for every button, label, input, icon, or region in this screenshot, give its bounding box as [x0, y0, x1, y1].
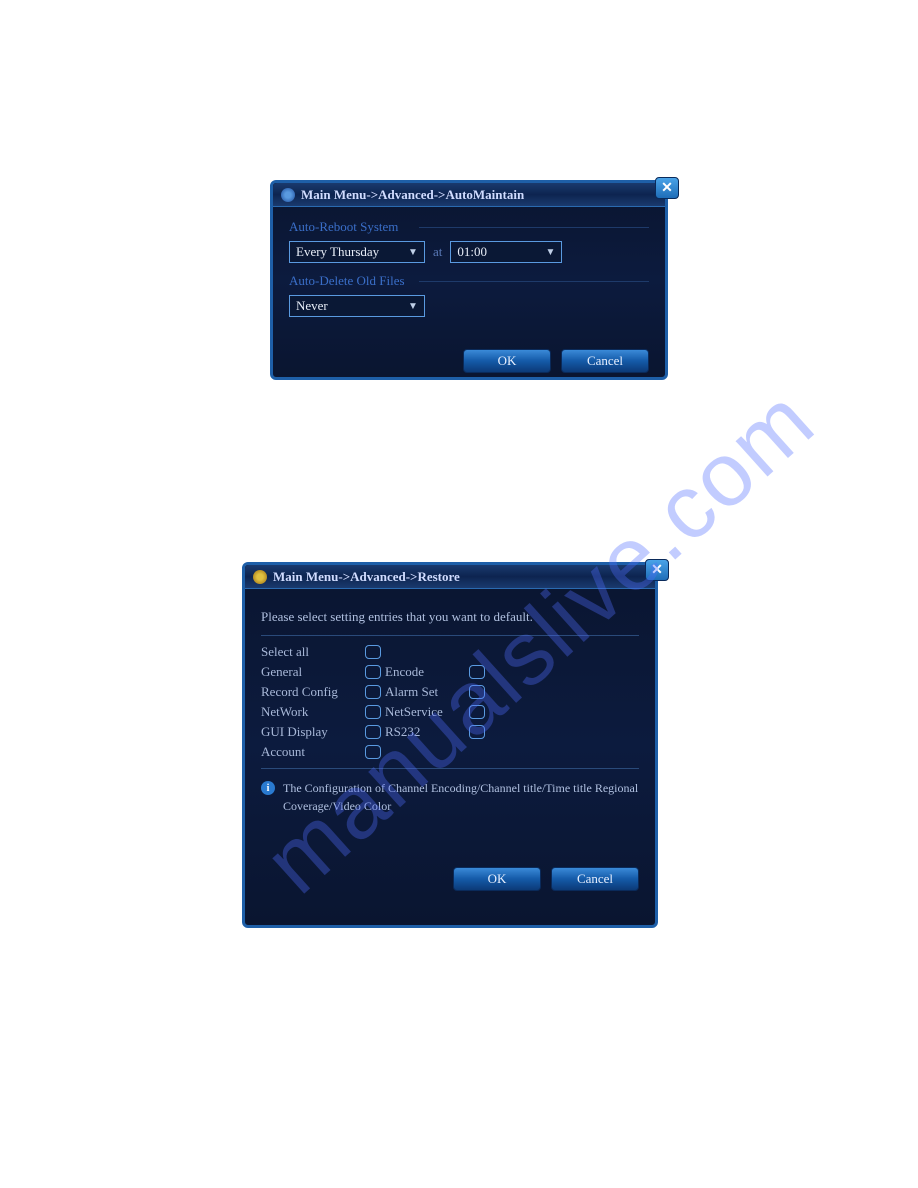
chevron-down-icon: ▼ — [543, 247, 557, 258]
automaintain-dialog: Main Menu->Advanced->AutoMaintain ✕ Auto… — [270, 180, 668, 380]
close-icon: ✕ — [661, 180, 673, 197]
reboot-time-select[interactable]: 01:00 ▼ — [450, 241, 562, 263]
network-checkbox[interactable] — [365, 705, 381, 719]
network-label: NetWork — [261, 704, 365, 720]
cancel-button[interactable]: Cancel — [561, 349, 649, 373]
record-config-label: Record Config — [261, 684, 365, 700]
divider — [261, 768, 639, 769]
ok-button[interactable]: OK — [463, 349, 551, 373]
instruction-text: Please select setting entries that you w… — [261, 609, 639, 625]
rs232-checkbox[interactable] — [469, 725, 485, 739]
rs232-label: RS232 — [385, 724, 469, 740]
titlebar: Main Menu->Advanced->AutoMaintain — [273, 183, 665, 207]
reboot-time-value: 01:00 — [457, 244, 487, 260]
chevron-down-icon: ▼ — [406, 301, 420, 312]
auto-reboot-label: Auto-Reboot System — [289, 219, 649, 235]
reboot-day-value: Every Thursday — [296, 244, 379, 260]
divider — [261, 635, 639, 636]
account-label: Account — [261, 744, 365, 760]
gui-display-checkbox[interactable] — [365, 725, 381, 739]
general-checkbox[interactable] — [365, 665, 381, 679]
auto-delete-label: Auto-Delete Old Files — [289, 273, 649, 289]
netservice-checkbox[interactable] — [469, 705, 485, 719]
ok-button[interactable]: OK — [453, 867, 541, 891]
delete-files-select[interactable]: Never ▼ — [289, 295, 425, 317]
close-button[interactable]: ✕ — [645, 559, 669, 581]
account-checkbox[interactable] — [365, 745, 381, 759]
info-text: The Configuration of Channel Encoding/Ch… — [283, 779, 639, 815]
titlebar: Main Menu->Advanced->Restore — [245, 565, 655, 589]
at-label: at — [433, 244, 442, 260]
cancel-button[interactable]: Cancel — [551, 867, 639, 891]
alarm-set-label: Alarm Set — [385, 684, 469, 700]
general-label: General — [261, 664, 365, 680]
info-icon: i — [261, 781, 275, 795]
globe-icon — [281, 188, 295, 202]
chevron-down-icon: ▼ — [406, 247, 420, 258]
breadcrumb: Main Menu->Advanced->AutoMaintain — [301, 187, 524, 203]
select-all-label: Select all — [261, 644, 365, 660]
encode-label: Encode — [385, 664, 469, 680]
close-button[interactable]: ✕ — [655, 177, 679, 199]
restore-icon — [253, 570, 267, 584]
encode-checkbox[interactable] — [469, 665, 485, 679]
netservice-label: NetService — [385, 704, 469, 720]
select-all-checkbox[interactable] — [365, 645, 381, 659]
gui-display-label: GUI Display — [261, 724, 365, 740]
restore-dialog: Main Menu->Advanced->Restore ✕ Please se… — [242, 562, 658, 928]
delete-files-value: Never — [296, 298, 328, 314]
alarm-set-checkbox[interactable] — [469, 685, 485, 699]
record-config-checkbox[interactable] — [365, 685, 381, 699]
info-row: i The Configuration of Channel Encoding/… — [261, 779, 639, 815]
close-icon: ✕ — [651, 562, 663, 579]
breadcrumb: Main Menu->Advanced->Restore — [273, 569, 460, 585]
reboot-day-select[interactable]: Every Thursday ▼ — [289, 241, 425, 263]
